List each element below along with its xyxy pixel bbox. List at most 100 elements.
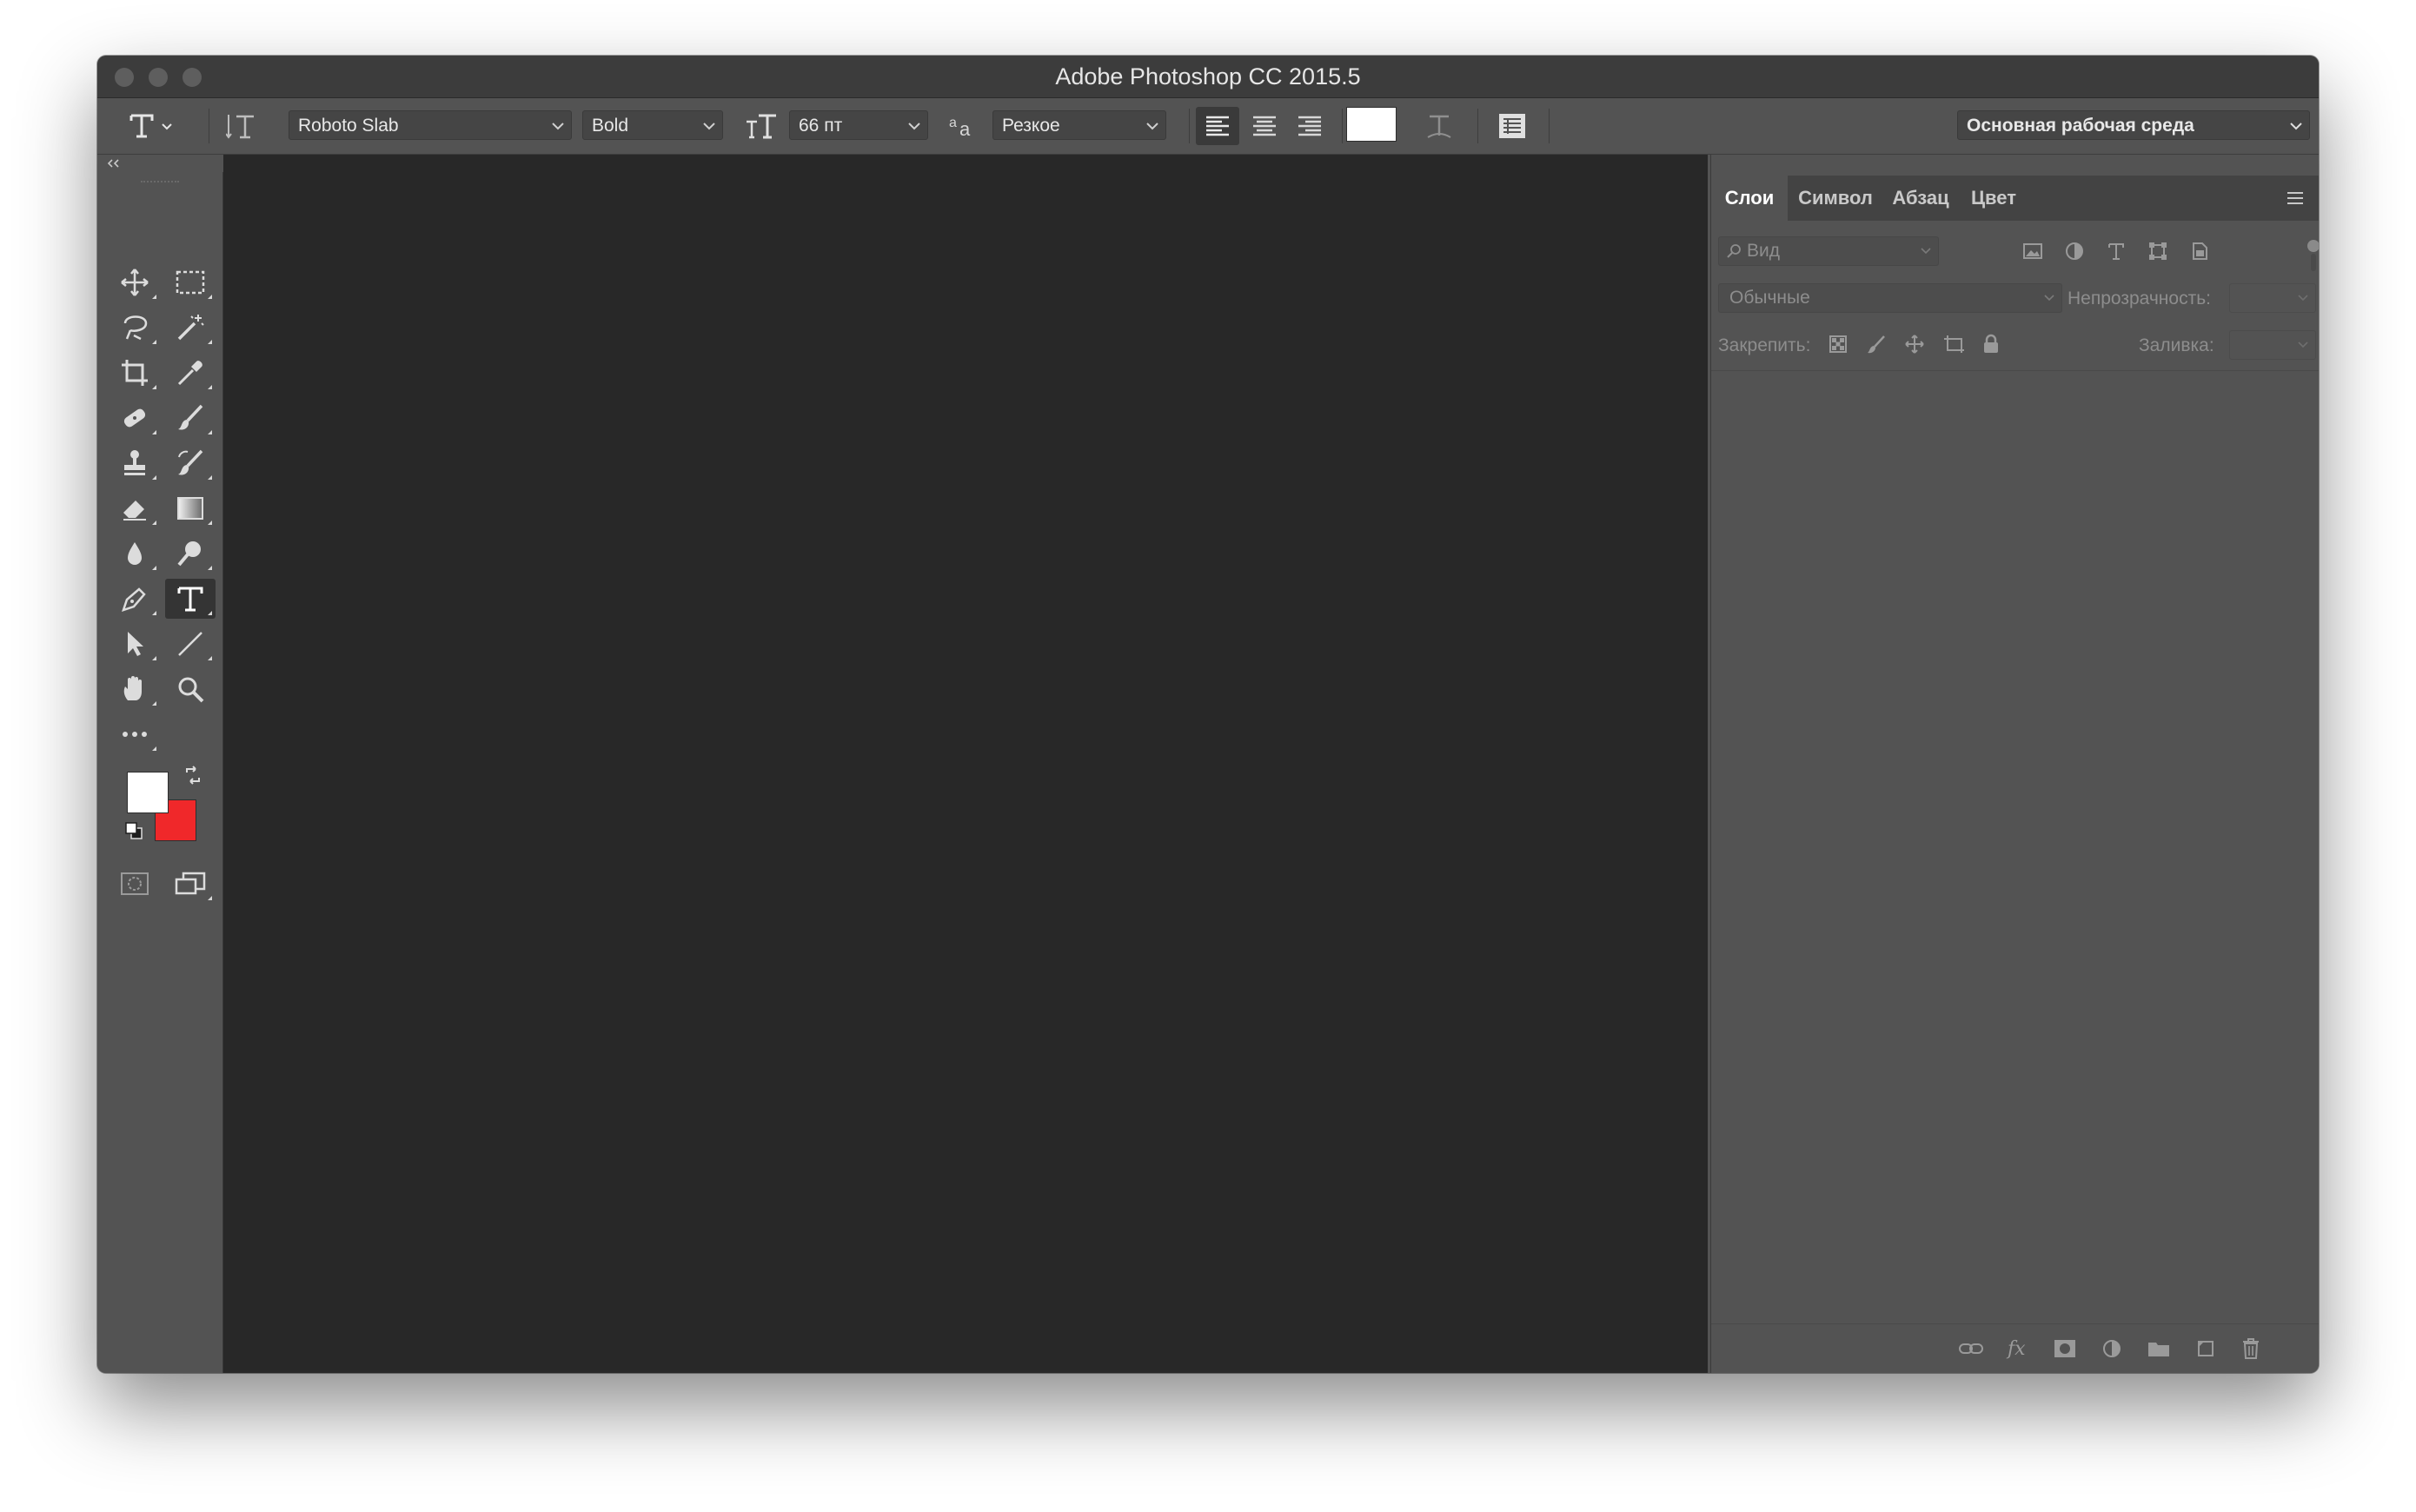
tools-panel [97,172,223,1373]
layers-list[interactable] [1711,370,2319,1325]
eraser-tool-button[interactable] [110,488,160,528]
eyedropper-icon [177,361,202,386]
align-left-button[interactable] [1196,107,1239,145]
clone-stamp-tool-button[interactable] [110,443,160,483]
collapse-left-icon[interactable] [104,156,122,170]
lock-artboard-icon[interactable] [1941,332,1967,356]
text-orientation-icon[interactable] [224,110,259,142]
arrow-cursor-icon [128,632,143,656]
add-mask-icon[interactable] [2050,1335,2080,1363]
opacity-label: Непрозрачность: [2068,288,2211,308]
chevron-down-icon [908,111,920,141]
pen-icon [122,587,146,612]
line-icon [178,632,202,656]
panel-tabs: Слои Символ Абзац Цвет [1711,176,2319,221]
history-brush-tool-button[interactable] [165,443,216,483]
new-group-folder-icon[interactable] [2144,1335,2174,1363]
gradient-tool-button[interactable] [165,488,216,528]
path-selection-tool-button[interactable] [110,624,160,664]
antialias-icon: a a [946,110,980,142]
text-color-swatch[interactable] [1346,107,1397,142]
lasso-tool-button[interactable] [110,308,160,348]
lock-all-icon[interactable] [1979,332,2003,356]
foreground-color-swatch[interactable] [127,772,169,813]
shape-layer-filter-icon[interactable] [2146,240,2170,262]
bandage-icon [123,408,146,428]
toolbar-grip[interactable] [141,181,179,189]
document-canvas-area[interactable] [223,155,1708,1373]
history-brush-icon [178,449,203,475]
type-tool-button[interactable] [165,579,216,619]
marquee-tool-button[interactable] [165,262,216,302]
blur-tool-button[interactable] [110,534,160,574]
chevron-down-icon [703,111,715,141]
lock-position-icon[interactable] [1902,332,1927,356]
delete-layer-trash-icon[interactable] [2236,1335,2266,1363]
chevron-down-icon [1921,237,1931,265]
zoom-tool-button[interactable] [165,669,216,709]
screen-mode-button[interactable] [165,864,216,904]
font-size-dropdown[interactable]: 66 пт [789,110,928,140]
antialias-dropdown[interactable]: Резкое [992,110,1166,140]
pixel-layer-filter-icon[interactable] [2021,240,2045,262]
pen-tool-button[interactable] [110,579,160,619]
default-colors-icon[interactable] [123,820,144,841]
magic-wand-tool-button[interactable] [165,308,216,348]
fill-label: Заливка: [2139,335,2214,355]
opacity-field[interactable] [2229,283,2316,313]
drop-icon [128,542,142,565]
healing-brush-tool-button[interactable] [110,398,160,438]
filter-toggle-switch[interactable] [2307,240,2319,252]
crop-tool-button[interactable] [110,353,160,393]
warp-text-icon[interactable] [1422,109,1457,143]
link-layers-icon[interactable] [1956,1336,1986,1361]
tool-preset-picker[interactable] [123,109,184,143]
align-right-button[interactable] [1288,107,1331,145]
marquee-icon [176,270,205,295]
eyedropper-tool-button[interactable] [165,353,216,393]
layer-style-fx-icon[interactable]: fx [2003,1335,2033,1363]
lock-transparent-pixels-icon[interactable] [1826,332,1850,356]
tab-character[interactable]: Символ [1791,176,1880,221]
font-size-icon [744,110,779,142]
workspace-dropdown[interactable]: Основная рабочая среда [1957,110,2310,140]
lock-image-pixels-icon[interactable] [1864,332,1888,356]
adjustment-filter-icon[interactable] [2062,240,2087,262]
new-adjustment-layer-icon[interactable] [2097,1335,2127,1363]
more-tools-button[interactable] [110,714,160,754]
tab-paragraph[interactable]: Абзац [1883,176,1958,221]
line-tool-button[interactable] [165,624,216,664]
font-family-dropdown[interactable]: Roboto Slab [289,110,572,140]
fill-field[interactable] [2229,330,2316,360]
antialias-value: Резкое [1002,116,1060,136]
type-tool-icon [129,114,172,138]
dodge-icon [177,541,201,567]
font-style-dropdown[interactable]: Bold [582,110,723,140]
new-layer-icon[interactable] [2191,1335,2220,1363]
dodge-tool-button[interactable] [165,534,216,574]
panel-menu-icon[interactable] [2283,188,2307,209]
move-icon [121,269,149,296]
tab-layers[interactable]: Слои [1711,176,1788,221]
blend-mode-dropdown[interactable]: Обычные [1718,283,2062,313]
align-center-icon [1253,116,1276,136]
gradient-icon [177,497,203,520]
stamp-icon [124,450,145,475]
eraser-icon [123,501,146,521]
chevron-down-icon [2298,331,2308,359]
brush-tool-button[interactable] [165,398,216,438]
character-panel-toggle-icon[interactable] [1493,107,1531,145]
tab-color[interactable]: Цвет [1961,176,2026,221]
type-icon [177,587,203,612]
filter-toggle-track [2311,254,2316,271]
hand-tool-button[interactable] [110,669,160,709]
quick-mask-button[interactable] [110,864,160,904]
type-layer-filter-icon[interactable] [2104,240,2128,262]
move-tool-button[interactable] [110,262,160,302]
align-center-button[interactable] [1243,107,1286,145]
layer-filter-value: Вид [1747,241,1780,261]
smart-object-filter-icon[interactable] [2187,240,2212,262]
swap-colors-icon[interactable] [183,765,203,786]
lock-label: Закрепить: [1718,335,1811,355]
layer-filter-dropdown[interactable]: Вид [1718,236,1939,266]
